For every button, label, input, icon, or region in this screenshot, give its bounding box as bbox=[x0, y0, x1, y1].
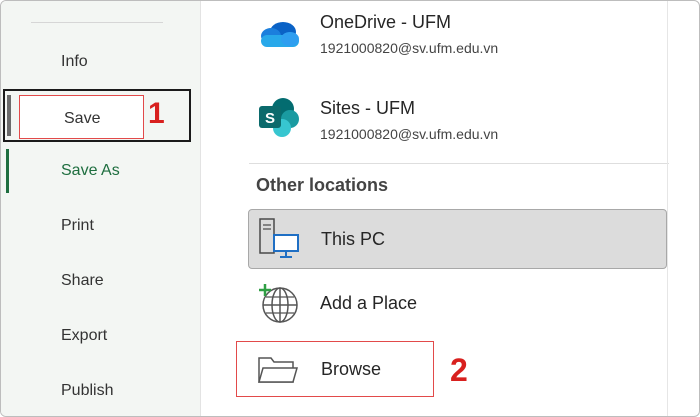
svg-text:S: S bbox=[265, 110, 275, 127]
nav-item-label: Share bbox=[61, 272, 104, 289]
other-locations-heading: Other locations bbox=[256, 175, 389, 195]
onedrive-cloud-icon bbox=[261, 22, 299, 47]
location-title: Add a Place bbox=[320, 293, 418, 313]
backstage-nav: Info Save Save As Print Share Export Pub… bbox=[1, 1, 201, 416]
location-sites[interactable]: S Sites - UFM 1921000820@sv.ufm.edu.vn bbox=[201, 93, 699, 149]
computer-icon bbox=[259, 218, 299, 258]
nav-item-publish[interactable]: Publish bbox=[1, 369, 201, 413]
location-title: Browse bbox=[321, 359, 382, 379]
nav-item-save[interactable]: Save bbox=[19, 95, 144, 139]
nav-item-label: Info bbox=[61, 53, 88, 70]
nav-divider bbox=[31, 22, 163, 23]
nav-item-print[interactable]: Print bbox=[1, 204, 201, 248]
location-account: 1921000820@sv.ufm.edu.vn bbox=[320, 126, 499, 142]
sharepoint-sites-icon: S bbox=[259, 98, 299, 137]
location-add-a-place[interactable]: Add a Place bbox=[248, 277, 667, 333]
nav-item-info[interactable]: Info bbox=[1, 40, 201, 84]
annotation-step-1: 1 bbox=[148, 97, 165, 130]
nav-item-save-as[interactable]: Save As bbox=[1, 149, 201, 193]
nav-item-share[interactable]: Share bbox=[1, 259, 201, 303]
location-title: OneDrive - UFM bbox=[320, 12, 452, 32]
folder-icon bbox=[258, 357, 298, 383]
location-title: Sites - UFM bbox=[320, 98, 416, 118]
nav-item-label: Save As bbox=[61, 162, 120, 179]
save-as-backstage: Info Save Save As Print Share Export Pub… bbox=[0, 0, 700, 417]
globe-add-icon bbox=[259, 284, 298, 323]
location-browse[interactable]: Browse bbox=[236, 341, 434, 397]
nav-item-label: Export bbox=[61, 327, 108, 344]
location-title: This PC bbox=[321, 229, 386, 249]
nav-item-label: Save bbox=[64, 110, 101, 127]
location-this-pc[interactable]: This PC bbox=[248, 209, 667, 269]
location-onedrive[interactable]: OneDrive - UFM 1921000820@sv.ufm.edu.vn bbox=[201, 7, 699, 63]
annotation-step-2: 2 bbox=[450, 352, 468, 388]
location-account: 1921000820@sv.ufm.edu.vn bbox=[320, 40, 499, 56]
pane-edge bbox=[667, 1, 668, 416]
nav-item-label: Publish bbox=[61, 382, 114, 399]
nav-item-label: Print bbox=[61, 217, 94, 234]
nav-item-export[interactable]: Export bbox=[1, 314, 201, 358]
section-divider bbox=[249, 163, 669, 164]
